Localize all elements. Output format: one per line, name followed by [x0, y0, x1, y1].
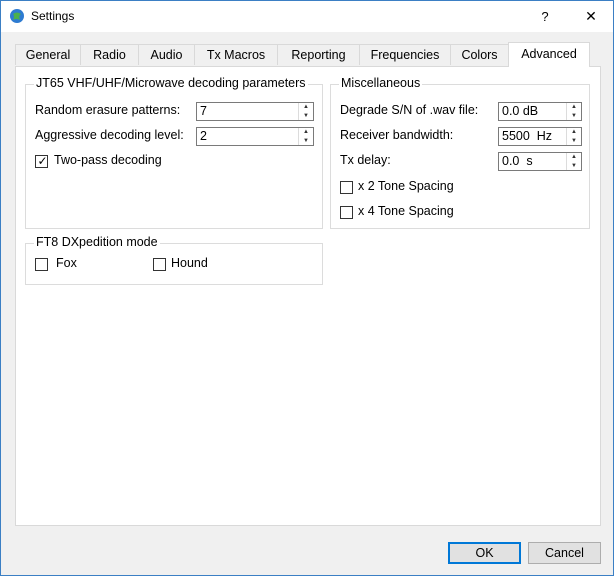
checkmark-icon: ✓: [37, 154, 48, 168]
tab-colors[interactable]: Colors: [450, 44, 509, 65]
tab-general[interactable]: General: [15, 44, 81, 65]
aggressive-spinbox[interactable]: 2 ▲ ▼: [196, 127, 314, 146]
degrade-spinbox[interactable]: 0.0 dB ▲ ▼: [498, 102, 582, 121]
misc-group-title: Miscellaneous: [339, 76, 423, 90]
x4-tone-label[interactable]: x 4 Tone Spacing: [358, 204, 454, 218]
degrade-value: 0.0 dB: [502, 104, 539, 118]
ft8-group-title: FT8 DXpedition mode: [34, 235, 160, 249]
ok-button[interactable]: OK: [448, 542, 521, 564]
bandwidth-value: 5500 Hz: [502, 129, 553, 143]
degrade-label: Degrade S/N of .wav file:: [340, 103, 479, 117]
spin-down-icon[interactable]: ▼: [299, 137, 313, 145]
hound-checkbox[interactable]: [153, 258, 166, 271]
ft8-group: FT8 DXpedition mode Fox Hound: [25, 235, 323, 285]
spin-down-icon[interactable]: ▼: [567, 137, 581, 145]
random-erasure-label: Random erasure patterns:: [35, 103, 181, 117]
help-button[interactable]: ?: [533, 1, 557, 32]
jt65-group-title: JT65 VHF/UHF/Microwave decoding paramete…: [34, 76, 308, 90]
spin-up-icon[interactable]: ▲: [299, 128, 313, 136]
spin-arrows[interactable]: ▲ ▼: [566, 128, 581, 145]
title-bar: Settings ? ✕: [1, 1, 613, 32]
misc-group: Miscellaneous Degrade S/N of .wav file: …: [330, 76, 590, 229]
spin-up-icon[interactable]: ▲: [567, 153, 581, 161]
window-title: Settings: [31, 9, 75, 23]
tab-radio[interactable]: Radio: [80, 44, 139, 65]
spin-arrows[interactable]: ▲ ▼: [298, 128, 313, 145]
x2-tone-checkbox[interactable]: [340, 181, 353, 194]
spin-down-icon[interactable]: ▼: [299, 112, 313, 120]
random-erasure-value: 7: [200, 104, 207, 118]
spin-arrows[interactable]: ▲ ▼: [566, 103, 581, 120]
tab-reporting[interactable]: Reporting: [277, 44, 360, 65]
spin-down-icon[interactable]: ▼: [567, 112, 581, 120]
spin-down-icon[interactable]: ▼: [567, 162, 581, 170]
settings-window: Settings ? ✕ General Radio Audio Tx Macr…: [0, 0, 614, 576]
x2-tone-label[interactable]: x 2 Tone Spacing: [358, 179, 454, 193]
aggressive-label: Aggressive decoding level:: [35, 128, 184, 142]
two-pass-label[interactable]: Two-pass decoding: [54, 153, 162, 167]
txdelay-label: Tx delay:: [340, 153, 391, 167]
jt65-group: JT65 VHF/UHF/Microwave decoding paramete…: [25, 76, 323, 229]
x4-tone-checkbox[interactable]: [340, 206, 353, 219]
spin-up-icon[interactable]: ▲: [567, 128, 581, 136]
app-icon: [10, 9, 24, 23]
two-pass-checkbox[interactable]: ✓: [35, 154, 48, 168]
fox-checkbox[interactable]: [35, 258, 48, 271]
aggressive-value: 2: [200, 129, 207, 143]
spin-up-icon[interactable]: ▲: [567, 103, 581, 111]
tab-audio[interactable]: Audio: [138, 44, 195, 65]
spin-up-icon[interactable]: ▲: [299, 103, 313, 111]
spin-arrows[interactable]: ▲ ▼: [298, 103, 313, 120]
tab-advanced[interactable]: Advanced: [508, 42, 590, 67]
advanced-panel: JT65 VHF/UHF/Microwave decoding paramete…: [15, 66, 601, 526]
bandwidth-spinbox[interactable]: 5500 Hz ▲ ▼: [498, 127, 582, 146]
tab-tx-macros[interactable]: Tx Macros: [194, 44, 278, 65]
random-erasure-spinbox[interactable]: 7 ▲ ▼: [196, 102, 314, 121]
hound-label[interactable]: Hound: [171, 256, 208, 270]
cancel-button[interactable]: Cancel: [528, 542, 601, 564]
tab-frequencies[interactable]: Frequencies: [359, 44, 451, 65]
bandwidth-label: Receiver bandwidth:: [340, 128, 454, 142]
txdelay-value: 0.0 s: [502, 154, 533, 168]
spin-arrows[interactable]: ▲ ▼: [566, 153, 581, 170]
txdelay-spinbox[interactable]: 0.0 s ▲ ▼: [498, 152, 582, 171]
fox-label[interactable]: Fox: [56, 256, 77, 270]
close-icon[interactable]: ✕: [571, 1, 611, 32]
